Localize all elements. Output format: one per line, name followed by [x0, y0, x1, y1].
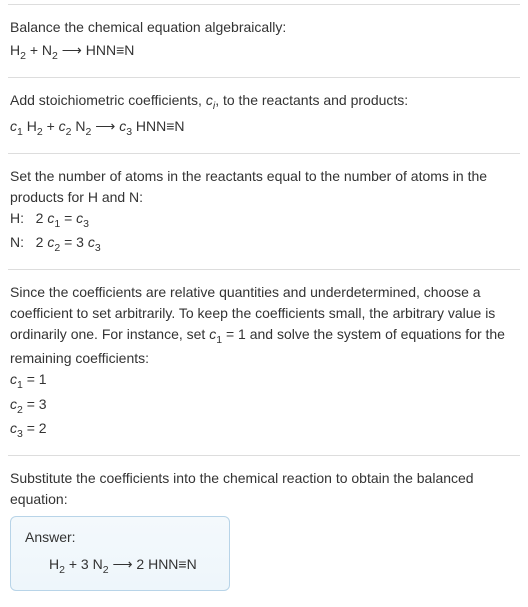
answer-label: Answer:	[25, 527, 215, 548]
atoms-intro: Set the number of atoms in the reactants…	[10, 166, 518, 208]
atom-row-N: N: 2 c2 = 3 c3	[10, 232, 518, 257]
stoich-equation: c1 H2 + c2 N2 ⟶ c3 HNN≡N	[10, 116, 518, 141]
balance-equation: H2 + N2 ⟶ HNN≡N	[10, 40, 518, 65]
section-substitute: Substitute the coefficients into the che…	[8, 455, 520, 604]
answer-equation: H2 + 3 N2 ⟶ 2 HNN≡N	[25, 554, 215, 579]
coef-c2: c2 = 3	[10, 394, 518, 419]
section-balance: Balance the chemical equation algebraica…	[8, 4, 520, 77]
coef-c1: c1 = 1	[10, 369, 518, 394]
section-solve: Since the coefficients are relative quan…	[8, 269, 520, 455]
solve-intro: Since the coefficients are relative quan…	[10, 282, 518, 370]
stoich-intro: Add stoichiometric coefficients, ci, to …	[10, 90, 518, 115]
answer-box: Answer: H2 + 3 N2 ⟶ 2 HNN≡N	[10, 516, 230, 592]
balance-intro: Balance the chemical equation algebraica…	[10, 17, 518, 38]
substitute-intro: Substitute the coefficients into the che…	[10, 468, 518, 510]
atom-row-H: H: 2 c1 = c3	[10, 208, 518, 233]
section-atom-balance: Set the number of atoms in the reactants…	[8, 153, 520, 269]
section-stoichiometric: Add stoichiometric coefficients, ci, to …	[8, 77, 520, 153]
coef-c3: c3 = 2	[10, 418, 518, 443]
